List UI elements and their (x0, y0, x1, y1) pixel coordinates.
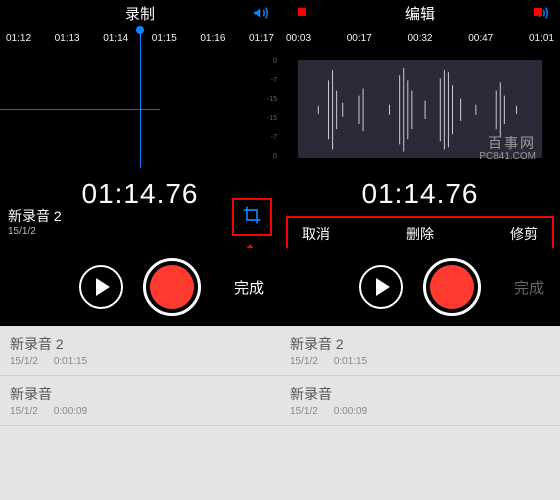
record-button[interactable] (143, 258, 201, 316)
elapsed-time: 01:14.76 (280, 178, 560, 210)
edit-actions-highlight: 取消 删除 修剪 (286, 216, 554, 252)
delete-button[interactable]: 删除 (406, 224, 434, 244)
record-icon (150, 265, 194, 309)
trim-handle-right[interactable] (534, 8, 542, 16)
done-button: 完成 (514, 277, 544, 298)
list-item-date: 15/1/2 (10, 356, 38, 367)
list-item-name: 新录音 (290, 384, 550, 404)
time-tick: 01:14 (103, 33, 128, 44)
time-tick: 01:17 (249, 33, 274, 44)
list-item-date: 15/1/2 (290, 356, 318, 367)
record-screen: 录制 01:12 01:13 01:14 01:15 01:16 01:17 0… (0, 0, 280, 500)
time-tick: 00:03 (286, 33, 311, 44)
waveform-flat (0, 109, 160, 110)
info-panel: 01:14.76 取消 删除 修剪 (280, 168, 560, 248)
time-tick: 00:32 (407, 33, 432, 44)
time-tick: 01:13 (55, 33, 80, 44)
header-title: 录制 (125, 3, 155, 24)
list-item-name: 新录音 2 (10, 334, 270, 354)
watermark: 百事网 PC841.COM (479, 136, 536, 162)
list-item-date: 15/1/2 (10, 406, 38, 417)
waveform-area[interactable]: 百事网 PC841.COM (280, 50, 560, 168)
trim-handle-left[interactable] (298, 8, 306, 16)
trim-button[interactable]: 修剪 (510, 224, 538, 244)
list-item[interactable]: 新录音 2 15/1/2 0:01:15 (280, 326, 560, 376)
crop-icon[interactable] (242, 205, 262, 230)
current-recording-meta: 新录音 2 15/1/2 (8, 206, 62, 237)
time-tick: 01:12 (6, 33, 31, 44)
header-title: 编辑 (405, 3, 435, 24)
play-icon (376, 278, 390, 296)
time-tick: 01:16 (200, 33, 225, 44)
play-button[interactable] (359, 265, 403, 309)
speaker-icon[interactable] (252, 4, 270, 27)
play-button[interactable] (79, 265, 123, 309)
recordings-list[interactable]: 新录音 2 15/1/2 0:01:15 新录音 15/1/2 0:00:09 (0, 326, 280, 500)
record-icon (430, 265, 474, 309)
list-item-duration: 0:01:15 (334, 356, 367, 367)
trim-button-highlight (232, 198, 272, 236)
time-tick: 00:47 (468, 33, 493, 44)
transport-controls: 完成 (0, 248, 280, 326)
timeline-ruler[interactable]: 00:03 00:17 00:32 00:47 01:01 (280, 26, 560, 50)
db-scale: 0 -7 -15 -15 -7 0 (262, 58, 280, 160)
waveform-area[interactable]: 0 -7 -15 -15 -7 0 (0, 50, 280, 168)
recordings-list[interactable]: 新录音 2 15/1/2 0:01:15 新录音 15/1/2 0:00:09 (280, 326, 560, 500)
transport-controls: 完成 (280, 248, 560, 326)
info-panel: 01:14.76 新录音 2 15/1/2 ⬆ (0, 168, 280, 248)
recording-name: 新录音 2 (8, 206, 62, 226)
header: 录制 (0, 0, 280, 26)
header: 编辑 (280, 0, 560, 26)
list-item[interactable]: 新录音 15/1/2 0:00:09 (0, 376, 280, 426)
time-tick: 01:01 (529, 33, 554, 44)
list-item-name: 新录音 2 (290, 334, 550, 354)
time-tick: 00:17 (347, 33, 372, 44)
list-item-name: 新录音 (10, 384, 270, 404)
recording-date: 15/1/2 (8, 226, 62, 237)
list-item-date: 15/1/2 (290, 406, 318, 417)
record-button[interactable] (423, 258, 481, 316)
list-item[interactable]: 新录音 15/1/2 0:00:09 (280, 376, 560, 426)
play-icon (96, 278, 110, 296)
list-item-duration: 0:01:15 (54, 356, 87, 367)
list-item-duration: 0:00:09 (334, 406, 367, 417)
list-item-duration: 0:00:09 (54, 406, 87, 417)
time-tick: 01:15 (152, 33, 177, 44)
cancel-button[interactable]: 取消 (302, 224, 330, 244)
done-button[interactable]: 完成 (234, 277, 264, 298)
playhead-handle-top[interactable] (136, 26, 144, 34)
list-item[interactable]: 新录音 2 15/1/2 0:01:15 (0, 326, 280, 376)
edit-screen: 编辑 00:03 00:17 00:32 00:47 01:01 (280, 0, 560, 500)
playhead[interactable] (140, 26, 141, 178)
